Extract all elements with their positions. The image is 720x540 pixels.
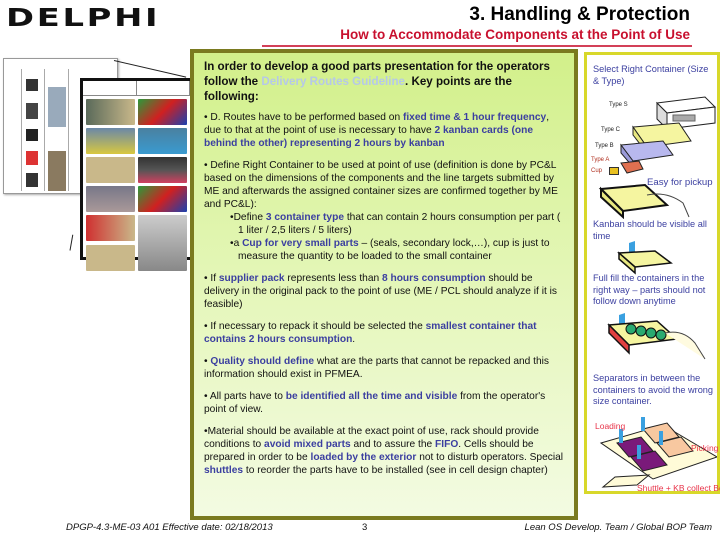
label-loading: Loading — [595, 421, 626, 431]
leader-line — [69, 234, 74, 251]
thumb-column — [21, 69, 22, 191]
part-photo — [26, 103, 38, 119]
footer-page-number: 3 — [362, 522, 368, 533]
photo-cell — [86, 186, 135, 212]
photo-cell — [138, 186, 187, 212]
delphi-logo: DELPHI — [6, 3, 161, 32]
part-photo — [26, 129, 38, 141]
rack-photo — [48, 151, 66, 191]
subtitle-underline — [262, 45, 692, 47]
part-photo — [26, 151, 38, 165]
part-photo — [26, 173, 38, 187]
kanban-container-icon — [617, 241, 673, 275]
photo-cell — [86, 244, 135, 271]
key-points-box: In order to develop a good parts present… — [190, 49, 578, 520]
bullet-supplier-pack: • If supplier pack represents less than … — [204, 273, 557, 310]
footer-team: Lean OS Develop. Team / Global BOP Team — [524, 522, 712, 533]
label-type-b: Type B — [595, 143, 614, 149]
label-picking: Picking — [691, 443, 719, 453]
type-a-container-icon — [620, 160, 644, 174]
rack-document-thumbnail-front — [80, 78, 193, 271]
photo-cell — [86, 157, 135, 183]
thumb-column — [44, 69, 45, 191]
photo-cell — [138, 215, 187, 271]
photo-cell — [138, 99, 187, 125]
bullet-repack: • If necessary to repack it should be se… — [204, 321, 537, 345]
page-subtitle: How to Accommodate Components at the Poi… — [340, 27, 690, 42]
label-type-c: Type C — [601, 127, 621, 133]
leader-line — [113, 60, 187, 78]
footer-document-id: DPGP-4.3-ME-03 A01 Effective date: 02/18… — [66, 522, 273, 533]
part-photo — [26, 79, 38, 91]
bullet-material-availability: •Material should be available at the exa… — [204, 426, 564, 476]
thumb-column — [68, 69, 69, 191]
photo-cell — [86, 128, 135, 154]
photo-cell — [138, 157, 187, 183]
caption-select-container: Select Right Container (Size & Type) — [593, 64, 709, 86]
label-shuttle-kb-box: Shuttle + KB collect Box — [637, 483, 720, 493]
thumb-header — [83, 81, 190, 96]
bullet-quality: • Quality should define what are the par… — [204, 356, 550, 380]
bullet-text: • Define Right Container to be used at p… — [204, 160, 558, 210]
photo-cell — [86, 99, 135, 125]
thumb-photo-grid — [83, 96, 190, 274]
intro-text: In order to develop a good parts present… — [204, 59, 566, 104]
bullet-right-container: • Define Right Container to be used at p… — [204, 159, 566, 263]
delivery-routes-guideline-link[interactable]: Delivery Routes Guideline — [261, 75, 405, 88]
caption-fill-containers: Full fill the containers in the right wa… — [593, 273, 706, 306]
bullet-identification: • All parts have to be identified all th… — [204, 391, 546, 415]
filled-container-icon — [607, 313, 706, 360]
photo-cell — [138, 128, 187, 154]
sub-bullet-container-type: •Define 3 container type that can contai… — [230, 212, 561, 236]
label-type-a: Type A — [591, 157, 610, 163]
pickup-container-hand-icon — [598, 183, 690, 219]
page-title: 3. Handling & Protection — [469, 4, 690, 25]
bullet-delivery-routes: • D. Routes have to be performed based o… — [204, 112, 550, 149]
container-guidelines-panel: Select Right Container (Size & Type) Typ… — [584, 52, 720, 494]
cup-icon — [609, 167, 619, 175]
caption-kanban-visible: Kanban should be visible all time — [593, 219, 707, 241]
label-type-s: Type S — [609, 102, 628, 108]
caption-separators: Separators in between the containers to … — [593, 373, 714, 406]
label-cup: Cup — [591, 168, 603, 174]
rack-photo — [48, 87, 66, 127]
sub-bullet-cup: •a Cup for very small parts – (seals, se… — [230, 238, 550, 262]
photo-cell — [86, 215, 135, 241]
container-types-illustration — [620, 96, 717, 174]
